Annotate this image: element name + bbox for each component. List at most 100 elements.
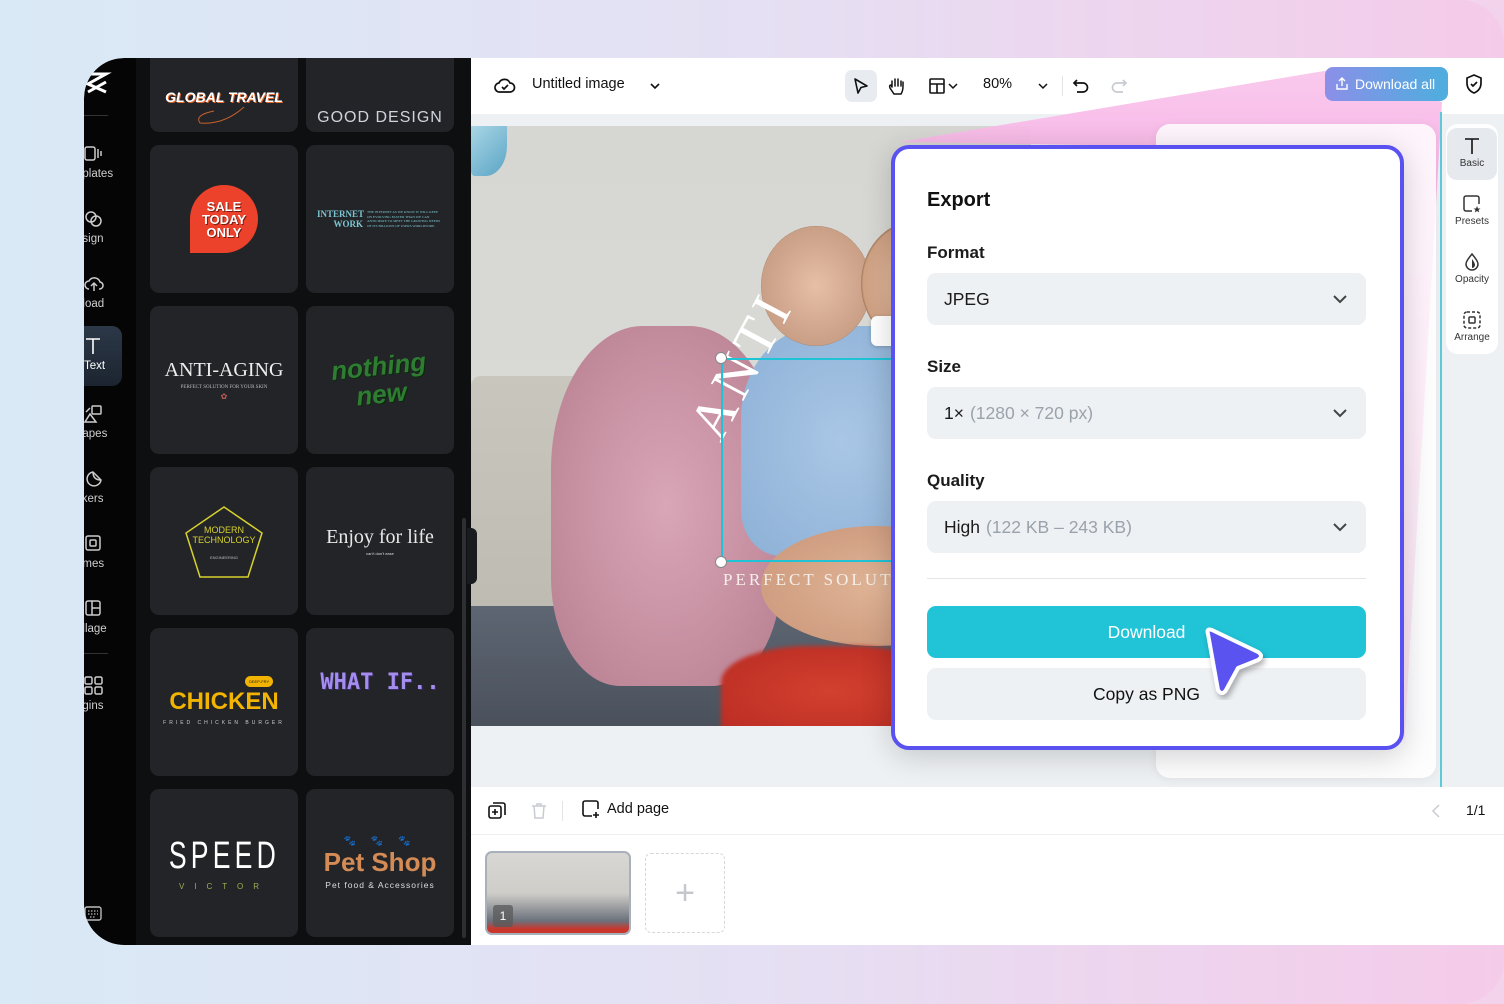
pointer-icon (854, 78, 868, 94)
nav-label: ollage (84, 623, 107, 635)
props-tab-arrange[interactable]: Arrange (1446, 302, 1498, 354)
plugins-icon (84, 676, 103, 695)
download-all-label: Download all (1355, 76, 1436, 92)
app-logo-icon (84, 72, 112, 94)
export-dialog: Export Format JPEG Size 1× (1280 × 720 p… (891, 145, 1404, 750)
resize-handle[interactable] (715, 556, 727, 568)
title-chevron-down-icon[interactable] (641, 72, 669, 100)
balloon-shape (471, 126, 507, 176)
template-card[interactable]: GOOD DESIGN (306, 58, 454, 132)
template-card[interactable]: DEEP-FRY CHICKEN FRIED CHICKEN BURGER (150, 628, 298, 776)
template-title: GLOBAL TRAVEL (165, 89, 283, 105)
template-title: INTERNET WORK (317, 209, 365, 229)
upload-icon (84, 277, 104, 291)
add-page-button[interactable]: Add page (581, 799, 669, 819)
props-tab-opacity[interactable]: Opacity (1446, 244, 1498, 296)
delete-page-icon[interactable] (529, 801, 549, 821)
undo-button[interactable] (1067, 72, 1095, 100)
template-card[interactable]: SALE TODAY ONLY (150, 145, 298, 293)
template-card[interactable]: GLOBAL TRAVEL (150, 58, 298, 132)
template-card[interactable]: ANTI-AGING PERFECT SOLUTION FOR YOUR SKI… (150, 306, 298, 454)
presets-icon (1463, 195, 1481, 213)
prev-page-icon[interactable] (1427, 801, 1447, 821)
hand-tool-button[interactable] (883, 72, 911, 100)
nav-item-plugins[interactable]: ugins (84, 670, 124, 730)
template-card[interactable]: SPEED VICTOR (150, 789, 298, 937)
nav-item-templates[interactable]: nplates (84, 138, 124, 198)
document-title[interactable]: Untitled image (532, 76, 625, 92)
page-indicator: 1/1 (1466, 802, 1486, 818)
nav-item-collage[interactable]: ollage (84, 593, 124, 653)
nav-label: napes (84, 428, 108, 440)
select-tool-button[interactable] (845, 70, 877, 102)
page-thumbnail[interactable]: 1 (485, 851, 631, 935)
nav-label: ames (84, 558, 105, 570)
template-panel: GLOBAL TRAVEL GOOD DESIGN SALE TODAY ONL… (136, 58, 471, 945)
nav-item-shapes[interactable]: napes (84, 398, 124, 458)
template-card[interactable]: nothing new (306, 306, 454, 454)
zoom-chevron-down-icon[interactable] (1029, 72, 1057, 100)
template-subtitle: VICTOR (178, 882, 270, 891)
template-subtitle: PERFECT SOLUTION FOR YOUR SKIN (180, 385, 268, 390)
size-label: Size (927, 357, 962, 376)
zoom-level[interactable]: 80% (983, 76, 1012, 92)
mouse-cursor-icon (1205, 627, 1263, 695)
cloud-saved-icon (491, 72, 519, 100)
size-value: 1× (944, 402, 964, 423)
resize-handle[interactable] (715, 352, 727, 364)
shapes-icon (84, 405, 102, 423)
quality-value: High (944, 516, 980, 537)
toolbar-divider (562, 801, 563, 821)
template-title: Pet Shop (323, 847, 437, 877)
nav-item-stickers[interactable]: ckers (84, 463, 124, 523)
download-all-button[interactable]: Download all (1325, 67, 1448, 101)
template-card[interactable]: WHAT IF.. (306, 628, 454, 776)
template-card[interactable]: Enjoy for life can't don't ease (306, 467, 454, 615)
download-button[interactable]: Download (927, 606, 1366, 658)
props-tab-label: Basic (1459, 158, 1485, 169)
panel-scrollbar[interactable] (462, 518, 466, 938)
template-subtitle: ENGINEERING (209, 554, 238, 560)
layout-icon (929, 78, 945, 94)
keyboard-icon[interactable] (84, 906, 104, 922)
nav-item-frames[interactable]: ames (84, 528, 124, 588)
collapse-panel-handle[interactable] (467, 528, 477, 584)
nav-item-upload[interactable]: pload (84, 268, 124, 328)
props-tab-basic[interactable]: Basic (1447, 128, 1497, 180)
duplicate-page-icon[interactable] (487, 801, 507, 821)
template-card[interactable]: 🐾 🐾 🐾 Pet Shop Pet food & Accessories (306, 789, 454, 937)
format-select[interactable]: JPEG (927, 273, 1366, 325)
nav-label: esign (84, 233, 104, 245)
swoosh-decoration (198, 106, 245, 124)
chevron-down-icon (1333, 295, 1347, 304)
template-card[interactable]: MODERN TECHNOLOGY ENGINEERING (150, 467, 298, 615)
page-toolbar: Add page 1/1 (471, 787, 1504, 835)
nav-label: pload (84, 298, 105, 310)
opacity-icon (1465, 252, 1479, 271)
security-shield-icon[interactable] (1463, 73, 1487, 97)
nav-item-text[interactable]: Text (84, 326, 122, 386)
nav-item-design[interactable]: esign (84, 203, 124, 263)
size-detail: (1280 × 720 px) (969, 402, 1094, 423)
canvas-subline-text[interactable]: PERFECT SOLUTI (723, 570, 902, 590)
page-number-badge: 1 (493, 905, 513, 927)
template-card[interactable]: INTERNET WORK THE INTERNET AS WE KNOW IT… (306, 145, 454, 293)
props-tab-presets[interactable]: Presets (1446, 186, 1498, 238)
quality-label: Quality (927, 471, 985, 490)
quality-select[interactable]: High (122 KB – 243 KB) (927, 501, 1366, 553)
properties-tabs: Basic Presets Opacity Arrange (1446, 124, 1498, 354)
share-upload-icon (1336, 77, 1348, 90)
template-title: nothing new (329, 346, 428, 412)
chevron-down-icon (1333, 523, 1347, 532)
rail-divider (84, 653, 108, 654)
layout-chevron-down-icon[interactable] (945, 72, 961, 100)
quality-detail: (122 KB – 243 KB) (986, 516, 1132, 537)
size-select[interactable]: 1× (1280 × 720 px) (927, 387, 1366, 439)
add-page-thumbnail[interactable]: + (645, 853, 725, 933)
redo-button[interactable] (1105, 72, 1133, 100)
copy-as-png-button[interactable]: Copy as PNG (927, 668, 1366, 720)
template-title: ANTI-AGING (164, 359, 284, 381)
template-title: GOOD DESIGN (317, 109, 443, 126)
page-strip: 1 + (471, 836, 1504, 945)
nav-rail: nplates esign pload Text napes ckers (84, 58, 136, 945)
